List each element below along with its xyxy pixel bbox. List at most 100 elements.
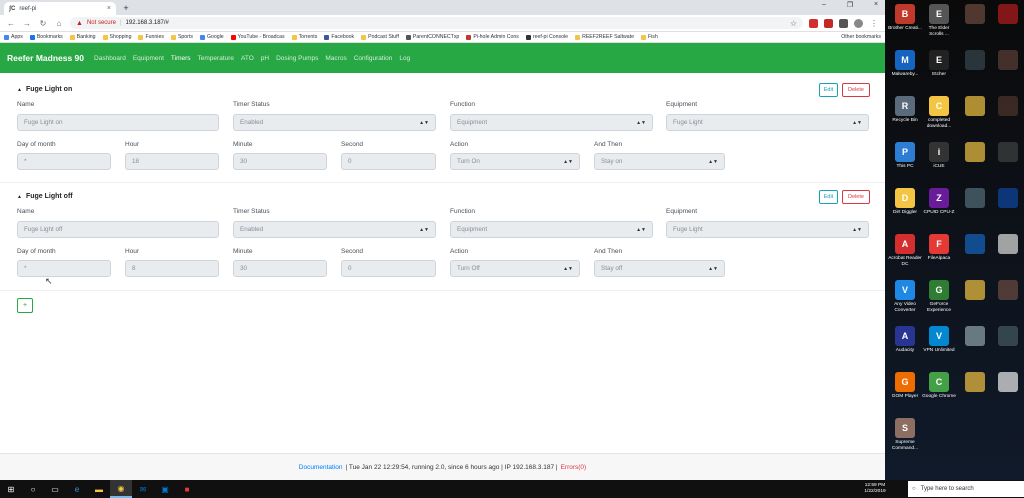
desktop-shortcut[interactable]: G GOM Player <box>887 372 923 400</box>
desktop-shortcut[interactable] <box>990 96 1024 118</box>
browser-tab[interactable]: ʃC reef-pi × <box>4 2 116 15</box>
bookmark-item[interactable]: Pi-hole Admin Cons <box>466 34 519 40</box>
chrome-taskbar-icon[interactable]: ◉ <box>110 480 132 498</box>
desktop-shortcut[interactable] <box>957 188 993 210</box>
function-select[interactable]: Equipment ▲▼ <box>450 221 653 238</box>
desktop-shortcut[interactable] <box>957 234 993 256</box>
edge-icon[interactable]: e <box>66 480 88 498</box>
desktop-shortcut[interactable]: E Etcher <box>921 50 957 78</box>
desktop-shortcut[interactable] <box>990 234 1024 256</box>
desktop-shortcut[interactable] <box>957 326 993 348</box>
home-icon[interactable]: ⌂ <box>54 19 64 28</box>
and-then-select[interactable]: Stay off ▲▼ <box>594 260 725 277</box>
bookmark-item[interactable]: ParentCONNECTxp <box>405 34 459 40</box>
system-clock[interactable]: 12:59 PM 1/22/2019 <box>845 480 905 498</box>
bookmark-item[interactable]: Bookmarks <box>29 34 63 40</box>
brand-title[interactable]: Reefer Madness 90 <box>7 53 84 63</box>
desktop-shortcut[interactable]: A Acrobat Reader DC <box>887 234 923 267</box>
nav-macros[interactable]: Macros <box>325 55 346 62</box>
maximize-icon[interactable]: ❐ <box>843 1 857 9</box>
bookmark-item[interactable]: reef-pi Console <box>525 34 568 40</box>
windows-start-icon[interactable]: ⊞ <box>0 480 22 498</box>
hour-input[interactable]: 18 <box>125 153 219 170</box>
bookmark-item[interactable]: Funnies <box>138 34 164 40</box>
equipment-select[interactable]: Fuge Light ▲▼ <box>666 114 869 131</box>
nav-dashboard[interactable]: Dashboard <box>94 55 126 62</box>
desktop-shortcut[interactable] <box>957 4 993 26</box>
bookmark-item[interactable]: Shopping <box>102 34 131 40</box>
close-tab-icon[interactable]: × <box>107 5 111 12</box>
desktop-shortcut[interactable] <box>990 326 1024 348</box>
close-window-icon[interactable]: × <box>869 1 883 9</box>
desktop-shortcut[interactable]: B Brother Creati... <box>887 4 923 32</box>
desktop-shortcut[interactable]: E The Elder Scrolls ... <box>921 4 957 37</box>
back-arrow-icon[interactable]: ← <box>6 19 16 28</box>
hour-input[interactable]: 8 <box>125 260 219 277</box>
desktop-shortcut[interactable]: M Malwareby... <box>887 50 923 78</box>
nav-log[interactable]: Log <box>399 55 410 62</box>
bookmark-item[interactable]: YouTube - Broadcas <box>230 34 285 40</box>
address-bar[interactable]: ▲ Not secure | 192.168.3.187/# ☆ <box>70 17 803 29</box>
bookmark-item[interactable]: Podcast Stuff <box>361 34 399 40</box>
delete-button[interactable]: Delete <box>842 190 870 204</box>
desktop-shortcut[interactable] <box>990 142 1024 164</box>
nav-ph[interactable]: pH <box>261 55 269 62</box>
documentation-link[interactable]: Documentation <box>299 464 343 471</box>
timer-header[interactable]: ▲ Fuge Light on <box>17 86 72 93</box>
equipment-select[interactable]: Fuge Light ▲▼ <box>666 221 869 238</box>
file-explorer-icon[interactable]: ▬ <box>88 480 110 498</box>
bookmark-item[interactable]: Sports <box>170 34 193 40</box>
second-input[interactable]: 0 <box>341 260 436 277</box>
desktop-shortcut[interactable]: D Dirt Diggler <box>887 188 923 216</box>
extension-icon[interactable] <box>839 18 848 28</box>
desktop-shortcut[interactable] <box>957 50 993 72</box>
add-timer-button[interactable]: + <box>17 298 33 313</box>
desktop-shortcut[interactable]: F FileAlpaca <box>921 234 957 262</box>
timer-header[interactable]: ▲ Fuge Light off <box>17 193 73 200</box>
bookmark-item[interactable]: Banking <box>69 34 96 40</box>
opera-extension-icon[interactable] <box>809 18 818 28</box>
desktop-shortcut[interactable] <box>957 280 993 302</box>
nav-configuration[interactable]: Configuration <box>354 55 393 62</box>
task-view-icon[interactable]: ▭ <box>44 480 66 498</box>
timer-status-select[interactable]: Enabled ▲▼ <box>233 114 436 131</box>
bookmark-item[interactable]: Google <box>199 34 224 40</box>
adblock-extension-icon[interactable] <box>824 18 833 28</box>
forward-arrow-icon[interactable]: → <box>22 19 32 28</box>
bookmark-item[interactable]: Fish <box>640 34 658 40</box>
desktop-shortcut[interactable]: S Supreme Command... <box>887 418 923 451</box>
minute-input[interactable]: 30 <box>233 153 327 170</box>
nav-equipment[interactable]: Equipment <box>133 55 164 62</box>
desktop-shortcut[interactable] <box>990 4 1024 26</box>
desktop-shortcut[interactable] <box>990 372 1024 394</box>
desktop-shortcut[interactable]: A Audacity <box>887 326 923 354</box>
action-select[interactable]: Turn Off ▲▼ <box>450 260 580 277</box>
desktop-shortcut[interactable] <box>957 142 993 164</box>
outlook-icon[interactable]: ✉ <box>132 480 154 498</box>
bookmark-item[interactable]: Apps <box>4 34 23 40</box>
star-icon[interactable]: ☆ <box>790 19 797 28</box>
new-tab-button[interactable]: + <box>120 2 132 14</box>
minimize-icon[interactable]: – <box>817 1 831 9</box>
other-bookmarks[interactable]: Other bookmarks <box>841 34 881 40</box>
desktop-shortcut[interactable]: P This PC <box>887 142 923 170</box>
and-then-select[interactable]: Stay on ▲▼ <box>594 153 725 170</box>
delete-button[interactable]: Delete <box>842 83 870 97</box>
app-taskbar-icon[interactable]: ■ <box>176 480 198 498</box>
name-input[interactable]: Fuge Light on <box>17 114 219 131</box>
desktop-shortcut[interactable] <box>990 280 1024 302</box>
day-of-month-input[interactable]: * <box>17 260 111 277</box>
timer-status-select[interactable]: Enabled ▲▼ <box>233 221 436 238</box>
minute-input[interactable]: 30 <box>233 260 327 277</box>
desktop-shortcut[interactable]: i iCUE <box>921 142 957 170</box>
bookmark-item[interactable]: Torrents <box>291 34 317 40</box>
nav-ato[interactable]: ATO <box>241 55 254 62</box>
bookmark-item[interactable]: REEF2REEF Saltwate <box>575 34 634 40</box>
day-of-month-input[interactable]: * <box>17 153 111 170</box>
desktop-shortcut[interactable]: C Google Chrome <box>921 372 957 400</box>
store-icon[interactable]: ▣ <box>154 480 176 498</box>
desktop-shortcut[interactable]: V VPN Unlimited <box>921 326 957 354</box>
desktop-shortcut[interactable]: Z CPUID CPU-Z <box>921 188 957 216</box>
menu-kebab-icon[interactable]: ⋮ <box>869 19 879 28</box>
desktop-shortcut[interactable] <box>990 188 1024 210</box>
